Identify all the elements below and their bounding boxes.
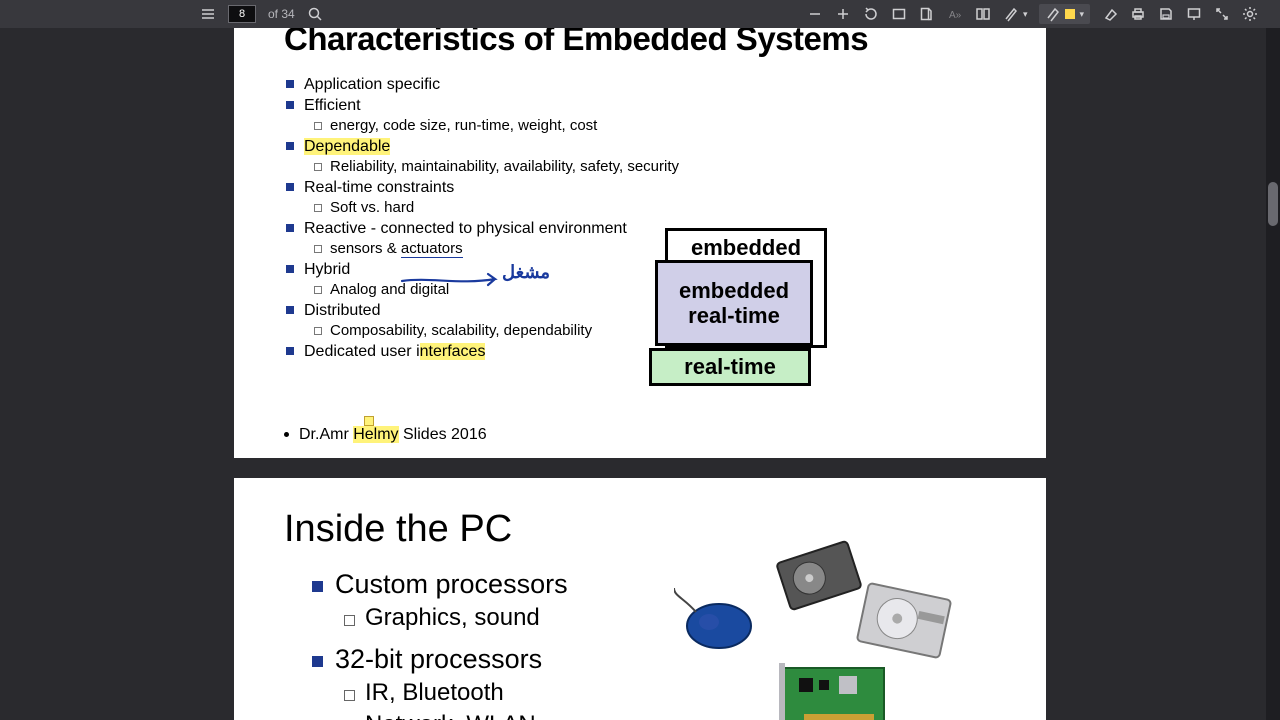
bullet-text: Efficient	[304, 95, 361, 116]
mouse-image	[674, 588, 764, 658]
pdf-viewer[interactable]: Characteristics of Embedded Systems Appl…	[0, 28, 1280, 720]
sub-bullet-text: Composability, scalability, dependabilit…	[330, 321, 592, 341]
search-icon[interactable]	[307, 6, 323, 22]
pen-tool[interactable]: ▾	[1003, 6, 1028, 22]
diagram-box-realtime: real-time	[649, 348, 811, 386]
scrollbar-thumb[interactable]	[1268, 182, 1278, 226]
ink-annotation: مشغل	[502, 262, 550, 283]
sub-bullet-text: Reliability, maintainability, availabili…	[330, 157, 679, 177]
page-total-label: of 34	[268, 7, 295, 21]
print-icon[interactable]	[1130, 6, 1146, 22]
highlighted-text: Dependable	[304, 138, 390, 155]
slide-title: Inside the PC	[284, 508, 996, 551]
vertical-scrollbar[interactable]	[1266, 28, 1280, 720]
app-root: of 34 A» ▾ ▾	[0, 0, 1280, 720]
pen-icon	[1003, 6, 1019, 22]
zoom-in-icon[interactable]	[835, 6, 851, 22]
sub-bullet-text: IR, Bluetooth	[365, 679, 504, 707]
chevron-down-icon: ▾	[1079, 9, 1084, 20]
bullet-text: Hybrid	[304, 259, 350, 280]
page-number-input[interactable]	[228, 5, 256, 23]
page-layout-icon[interactable]	[919, 6, 935, 22]
highlighter-icon	[1045, 6, 1061, 22]
sub-bullet-text: Soft vs. hard	[330, 198, 414, 218]
save-icon[interactable]	[1158, 6, 1174, 22]
bullet-text: Application specific	[304, 74, 440, 95]
venn-diagram: embedded real-time embedded real-time	[649, 228, 829, 388]
pages-container: Characteristics of Embedded Systems Appl…	[234, 28, 1046, 720]
bullet-text: 32-bit processors	[335, 644, 542, 675]
bullet-text: Real-time constraints	[304, 177, 454, 198]
sub-bullet-text: sensors & actuators	[330, 239, 463, 259]
bullet-text: Reactive - connected to physical environ…	[304, 218, 627, 239]
bullet-text: Custom processors	[335, 569, 568, 600]
pdf-toolbar: of 34 A» ▾ ▾	[0, 0, 1280, 28]
settings-icon[interactable]	[1242, 6, 1258, 22]
network-card-image	[779, 658, 899, 720]
sub-bullet-text: Network, WLAN	[365, 711, 536, 720]
slide-footer: Dr.Amr Helmy Slides 2016	[284, 426, 487, 444]
sidebar-toggle-icon[interactable]	[200, 6, 216, 22]
highlighter-color-swatch	[1065, 9, 1075, 19]
sticky-note-icon[interactable]	[364, 416, 374, 426]
two-page-icon[interactable]	[975, 6, 991, 22]
fit-page-icon[interactable]	[891, 6, 907, 22]
chevron-down-icon: ▾	[1023, 9, 1028, 20]
bullet-list: Application specific Efficient energy, c…	[284, 74, 996, 362]
diagram-box-embedded-realtime: embedded real-time	[655, 260, 813, 346]
zoom-out-icon[interactable]	[807, 6, 823, 22]
svg-text:A»: A»	[949, 10, 962, 21]
bullet-text: Distributed	[304, 300, 380, 321]
eraser-icon[interactable]	[1102, 6, 1118, 22]
read-aloud-icon[interactable]: A»	[947, 6, 963, 22]
slide-page: Characteristics of Embedded Systems Appl…	[234, 28, 1046, 458]
rotate-icon[interactable]	[863, 6, 879, 22]
bullet-text: Dependable	[304, 136, 390, 157]
sub-bullet-text: Graphics, sound	[365, 604, 540, 632]
fullscreen-icon[interactable]	[1214, 6, 1230, 22]
highlighter-tool[interactable]: ▾	[1039, 4, 1090, 24]
present-icon[interactable]	[1186, 6, 1202, 22]
sub-bullet-text: energy, code size, run-time, weight, cos…	[330, 116, 597, 136]
slide-page: Inside the PC Custom processors Graphics…	[234, 478, 1046, 720]
bullet-text: Dedicated user interfaces	[304, 341, 485, 362]
slide-title: Characteristics of Embedded Systems	[284, 28, 996, 58]
